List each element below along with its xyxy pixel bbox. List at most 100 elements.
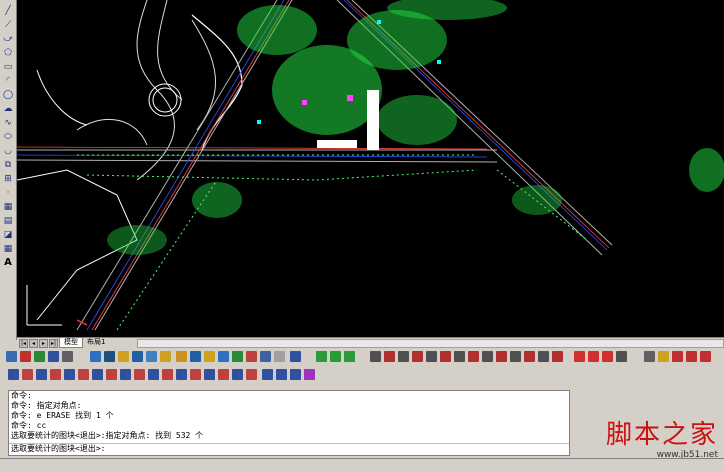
toolbar-button-25-icon[interactable]	[384, 351, 395, 362]
draw-toolbar: ╱ ⟋ ⤻ ⬠ ▭ ◜ ◯ ☁ ∿ ⬭ ◡ ⧉ ⊞ · ▦ ▤ ◪ ▦ A	[0, 0, 17, 340]
toolbar-button-45-icon[interactable]	[686, 351, 697, 362]
toolbar2-button-2-icon[interactable]	[22, 369, 33, 380]
toolbar-button-37-icon[interactable]	[552, 351, 563, 362]
toolbar-button-38-icon[interactable]	[574, 351, 585, 362]
toolbar-button-16-icon[interactable]	[232, 351, 243, 362]
toolbar-button-35-icon[interactable]	[524, 351, 535, 362]
make-block-tool-icon[interactable]: ⊞	[2, 174, 14, 184]
toolbar-button-2-icon[interactable]	[20, 351, 31, 362]
rectangle-tool-icon[interactable]: ▭	[2, 62, 14, 72]
toolbar-button-18-icon[interactable]	[260, 351, 271, 362]
toolbar2-button-20-icon[interactable]	[276, 369, 287, 380]
revision-cloud-tool-icon[interactable]: ☁	[2, 104, 14, 114]
toolbar2-button-9-icon[interactable]	[120, 369, 131, 380]
toolbar-button-24-icon[interactable]	[370, 351, 381, 362]
toolbar2-button-12-icon[interactable]	[162, 369, 173, 380]
insert-block-tool-icon[interactable]: ⧉	[2, 160, 14, 170]
toolbar-button-46-icon[interactable]	[700, 351, 711, 362]
polyline-tool-icon[interactable]: ⤻	[2, 34, 14, 44]
toolbar2-button-5-icon[interactable]	[64, 369, 75, 380]
toolbar-button-26-icon[interactable]	[398, 351, 409, 362]
toolbar-button-7-icon[interactable]	[104, 351, 115, 362]
toolbar-button-11-icon[interactable]	[160, 351, 171, 362]
toolbar-button-44-icon[interactable]	[672, 351, 683, 362]
toolbar-button-6-icon[interactable]	[90, 351, 101, 362]
arc-tool-icon[interactable]: ◜	[2, 76, 14, 86]
toolbar-button-27-icon[interactable]	[412, 351, 423, 362]
toolbar-button-43-icon[interactable]	[658, 351, 669, 362]
construction-line-tool-icon[interactable]: ⟋	[2, 20, 14, 30]
toolbar-button-10-icon[interactable]	[146, 351, 157, 362]
toolbar2-button-22-icon[interactable]	[304, 369, 315, 380]
multiline-text-tool-icon[interactable]: A	[2, 258, 14, 268]
horizontal-scrollbar[interactable]	[137, 339, 724, 348]
toolbar2-button-15-icon[interactable]	[204, 369, 215, 380]
toolbar-button-1-icon[interactable]	[6, 351, 17, 362]
toolbar2-button-19-icon[interactable]	[262, 369, 273, 380]
tab-model[interactable]: 模型	[59, 338, 83, 348]
toolbar2-button-21-icon[interactable]	[290, 369, 301, 380]
toolbar2-button-18-icon[interactable]	[246, 369, 257, 380]
toolbar-button-39-icon[interactable]	[588, 351, 599, 362]
toolbar-button-3-icon[interactable]	[34, 351, 45, 362]
gradient-tool-icon[interactable]: ▤	[2, 216, 14, 226]
toolbar-button-17-icon[interactable]	[246, 351, 257, 362]
toolbar-button-12-icon[interactable]	[176, 351, 187, 362]
drawing-canvas[interactable]	[16, 0, 724, 337]
toolbar2-button-10-icon[interactable]	[134, 369, 145, 380]
toolbar2-button-1-icon[interactable]	[8, 369, 19, 380]
toolbar-button-4-icon[interactable]	[48, 351, 59, 362]
toolbar2-button-4-icon[interactable]	[50, 369, 61, 380]
command-input[interactable]: 选取要统计的图块<退出>:	[9, 443, 569, 454]
table-tool-icon[interactable]: ▦	[2, 244, 14, 254]
last-tab-button[interactable]: ▸|	[49, 339, 58, 348]
toolbar-button-19-icon[interactable]	[274, 351, 285, 362]
ellipse-arc-tool-icon[interactable]: ◡	[2, 146, 14, 156]
toolbar2-button-8-icon[interactable]	[106, 369, 117, 380]
toolbar-button-22-icon[interactable]	[330, 351, 341, 362]
toolbar-button-15-icon[interactable]	[218, 351, 229, 362]
command-history-line: 命令: e ERASE 找到 1 个	[11, 411, 114, 420]
toolbar-button-13-icon[interactable]	[190, 351, 201, 362]
toolbar2-button-3-icon[interactable]	[36, 369, 47, 380]
toolbar2-button-16-icon[interactable]	[218, 369, 229, 380]
toolbar-button-32-icon[interactable]	[482, 351, 493, 362]
toolbar-button-42-icon[interactable]	[644, 351, 655, 362]
ellipse-tool-icon[interactable]: ⬭	[2, 132, 14, 142]
toolbar2-button-14-icon[interactable]	[190, 369, 201, 380]
toolbar2-button-13-icon[interactable]	[176, 369, 187, 380]
region-tool-icon[interactable]: ◪	[2, 230, 14, 240]
toolbar-button-41-icon[interactable]	[616, 351, 627, 362]
toolbar-button-14-icon[interactable]	[204, 351, 215, 362]
toolbar-button-20-icon[interactable]	[290, 351, 301, 362]
toolbar2-button-6-icon[interactable]	[78, 369, 89, 380]
spline-tool-icon[interactable]: ∿	[2, 118, 14, 128]
toolbar-button-21-icon[interactable]	[316, 351, 327, 362]
point-tool-icon[interactable]: ·	[2, 188, 14, 198]
tab-layout1[interactable]: 布局1	[83, 338, 109, 347]
toolbar-button-23-icon[interactable]	[344, 351, 355, 362]
next-tab-button[interactable]: ▸	[39, 339, 48, 348]
toolbar2-button-17-icon[interactable]	[232, 369, 243, 380]
toolbar-button-5-icon[interactable]	[62, 351, 73, 362]
toolbar-button-31-icon[interactable]	[468, 351, 479, 362]
toolbar-button-29-icon[interactable]	[440, 351, 451, 362]
toolbar-button-34-icon[interactable]	[510, 351, 521, 362]
toolbar2-button-7-icon[interactable]	[92, 369, 103, 380]
toolbar-button-28-icon[interactable]	[426, 351, 437, 362]
hatch-tool-icon[interactable]: ▦	[2, 202, 14, 212]
status-bar	[0, 458, 724, 471]
prev-tab-button[interactable]: ◂	[29, 339, 38, 348]
toolbar2-button-11-icon[interactable]	[148, 369, 159, 380]
toolbar-button-30-icon[interactable]	[454, 351, 465, 362]
command-window: 命令: 命令: 指定对角点: 命令: e ERASE 找到 1 个 命令: cc…	[8, 390, 570, 456]
first-tab-button[interactable]: |◂	[19, 339, 28, 348]
toolbar-button-9-icon[interactable]	[132, 351, 143, 362]
toolbar-button-8-icon[interactable]	[118, 351, 129, 362]
toolbar-button-40-icon[interactable]	[602, 351, 613, 362]
toolbar-button-36-icon[interactable]	[538, 351, 549, 362]
toolbar-button-33-icon[interactable]	[496, 351, 507, 362]
polygon-tool-icon[interactable]: ⬠	[2, 48, 14, 58]
line-tool-icon[interactable]: ╱	[2, 6, 14, 16]
circle-tool-icon[interactable]: ◯	[2, 90, 14, 100]
